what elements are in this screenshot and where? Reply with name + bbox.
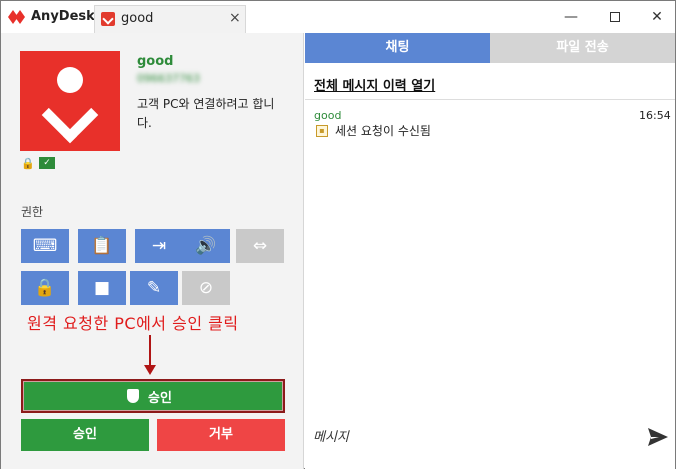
message-sender: good [314, 109, 342, 122]
draw-icon[interactable]: ✎ [130, 271, 178, 305]
tab-close-icon[interactable]: × [229, 10, 241, 26]
tab-chat[interactable]: 채팅 [305, 33, 490, 63]
anydesk-logo-icon [8, 10, 25, 24]
shield-icon [127, 389, 139, 403]
message-time: 16:54 [639, 109, 671, 122]
peer-name: good [137, 54, 174, 69]
send-icon[interactable] [647, 427, 669, 447]
app-name: AnyDesk [31, 9, 95, 24]
privacy-mode-icon[interactable]: ⊘ [182, 271, 230, 305]
record-icon[interactable]: ■ [78, 271, 126, 305]
screen-status-icon: ✓ [39, 157, 55, 169]
message-input[interactable] [313, 425, 633, 449]
close-button[interactable]: ✕ [647, 7, 667, 27]
minimize-button[interactable]: — [561, 7, 581, 27]
anydesk-tab-icon [101, 12, 115, 26]
peer-id: 096637763 [137, 72, 200, 85]
reject-button[interactable]: 거부 [157, 419, 285, 451]
message-text: 세션 요청이 수신됨 [335, 124, 431, 138]
secure-connection-icon: 🔒 [21, 157, 35, 170]
annotation-text: 원격 요청한 PC에서 승인 클릭 [27, 314, 239, 333]
annotation-arrow-head [144, 365, 156, 375]
anydesk-window: AnyDesk good × — ✕ good 096637763 고객 PC와… [0, 0, 676, 469]
clipboard-icon[interactable]: 📋 [78, 229, 126, 263]
session-request-panel: good 096637763 고객 PC와 연결하려고 합니다. 🔒 ✓ 권한 … [1, 33, 304, 469]
maximize-icon [610, 12, 620, 22]
annotation-arrow-shaft [149, 335, 151, 367]
sound-icon[interactable]: 🔊 [182, 229, 230, 263]
title-bar: AnyDesk good × — ✕ [1, 1, 675, 33]
accept-button[interactable]: 승인 [21, 419, 149, 451]
lock-screen-icon[interactable]: 🔒 [21, 271, 69, 305]
tab-label: good [121, 11, 154, 26]
session-request-icon: ▪ [316, 125, 328, 137]
permissions-label: 권한 [21, 205, 44, 219]
maximize-button[interactable] [605, 7, 625, 27]
message-history-link[interactable]: 전체 메시지 이력 열기 [314, 75, 435, 94]
tab-file-transfer[interactable]: 파일 전송 [490, 33, 675, 63]
keyboard-mouse-icon[interactable]: ⌨ [21, 229, 69, 263]
divider [305, 99, 675, 100]
approve-highlight-label: 승인 [148, 391, 172, 406]
avatar-chevron [41, 86, 99, 144]
session-tab[interactable]: good × [94, 5, 246, 33]
avatar [20, 51, 120, 151]
switch-sides-icon[interactable]: ⇔ [236, 229, 284, 263]
chat-panel: 채팅 파일 전송 전체 메시지 이력 열기 good 16:54 ▪ 세션 요청… [305, 33, 675, 469]
message-input-area [305, 409, 675, 469]
approve-highlight-button[interactable]: 승인 [21, 379, 285, 413]
peer-message: 고객 PC와 연결하려고 합니다. [137, 97, 275, 130]
file-transfer-icon[interactable]: ⇥ [135, 229, 183, 263]
